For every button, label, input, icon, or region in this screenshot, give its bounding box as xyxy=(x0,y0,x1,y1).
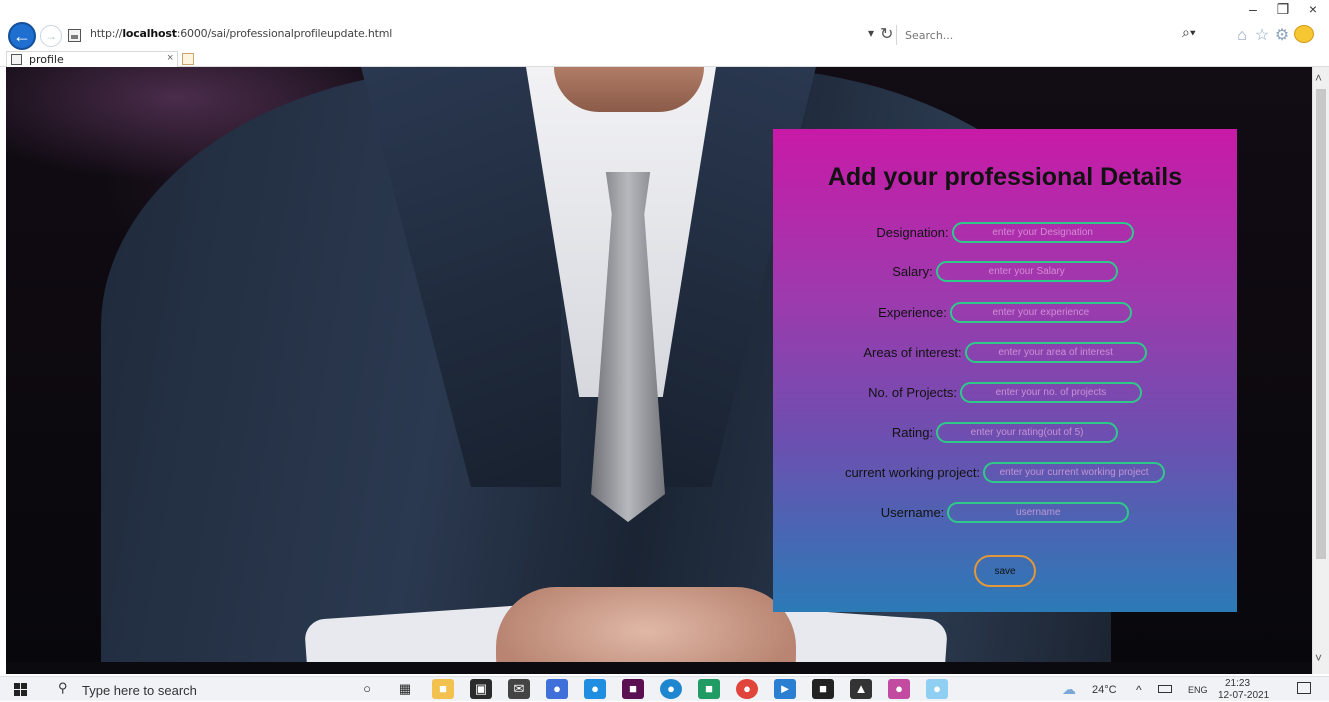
terminal-icon[interactable]: ■ xyxy=(812,679,834,699)
taskbar-search[interactable]: Type here to search xyxy=(82,683,197,698)
current-project-label: current working project: xyxy=(844,464,981,480)
paint-icon[interactable]: ● xyxy=(888,679,910,699)
projects-input[interactable] xyxy=(959,381,1142,403)
task-view-icon[interactable]: ▦ xyxy=(394,679,416,699)
browser-search-input[interactable] xyxy=(897,25,1176,45)
background-photo-neck xyxy=(554,67,704,112)
address-dropdown-icon[interactable]: ▾ xyxy=(868,26,874,40)
professional-details-form: Add your professional Details Designatio… xyxy=(773,129,1237,612)
background-photo-table xyxy=(6,662,1312,674)
forward-icon[interactable]: → xyxy=(40,25,62,47)
browser-chrome: – ❐ × ← → http://localhost:6000/sai/profes… xyxy=(0,0,1329,67)
projects-row: No. of Projects: xyxy=(773,381,1237,403)
areas-of-interest-row: Areas of interest: xyxy=(773,341,1237,363)
vscode-icon[interactable]: ► xyxy=(774,679,796,699)
designation-label: Designation: xyxy=(876,224,949,240)
language-indicator[interactable]: ENG xyxy=(1188,685,1208,695)
search-icon[interactable]: ⚲ xyxy=(58,680,68,696)
store-icon[interactable]: ▣ xyxy=(470,679,492,699)
designation-row: Designation: xyxy=(773,221,1237,243)
salary-label: Salary: xyxy=(892,263,933,279)
home-icon[interactable]: ⌂ xyxy=(1232,27,1252,45)
page-icon xyxy=(11,54,22,65)
smiley-icon[interactable] xyxy=(1294,25,1314,43)
gear-icon[interactable]: ⚙ xyxy=(1272,25,1292,45)
salary-row: Salary: xyxy=(773,260,1237,282)
notification-icon[interactable] xyxy=(1297,682,1311,694)
new-tab-button[interactable] xyxy=(182,53,194,65)
search-icon[interactable]: ⌕▾ xyxy=(1182,24,1196,41)
file-explorer-icon[interactable]: ■ xyxy=(432,679,454,699)
form-title: Add your professional Details xyxy=(827,163,1183,191)
username-label: Username: xyxy=(880,504,945,520)
chat-app-icon[interactable]: ● xyxy=(584,679,606,699)
scroll-up-icon[interactable]: ˄ xyxy=(1315,71,1322,85)
navigation-bar: ← → http://localhost:6000/sai/profession… xyxy=(0,22,1329,50)
pycharm-icon[interactable]: ■ xyxy=(698,679,720,699)
current-project-row: current working project: xyxy=(773,461,1237,483)
tab-title: profile xyxy=(29,53,64,66)
url-scheme: http:// xyxy=(90,27,123,40)
areas-of-interest-label: Areas of interest: xyxy=(863,344,962,360)
close-window-button[interactable]: × xyxy=(1298,1,1328,17)
browser-toolbar-icons: ⌂ ☆ ⚙ xyxy=(1232,22,1314,45)
cortana-icon[interactable]: ○ xyxy=(356,679,378,699)
scroll-thumb[interactable] xyxy=(1316,89,1326,559)
username-input[interactable] xyxy=(947,501,1130,523)
current-project-input[interactable] xyxy=(983,461,1166,483)
url-path: :6000/sai/professionalprofileupdate.html xyxy=(176,27,393,40)
clock-time[interactable]: 21:23 xyxy=(1225,678,1250,689)
page-icon xyxy=(68,29,81,42)
scroll-down-icon[interactable]: ˅ xyxy=(1315,651,1322,665)
experience-input[interactable] xyxy=(949,301,1132,323)
windows-icon[interactable] xyxy=(14,683,27,696)
address-bar[interactable]: http://localhost:6000/sai/professionalpr… xyxy=(90,27,392,40)
vertical-scrollbar[interactable]: ˄ ˅ xyxy=(1312,67,1329,674)
experience-label: Experience: xyxy=(878,304,947,320)
clock-date[interactable]: 12-07-2021 xyxy=(1218,690,1269,701)
photos-icon[interactable]: ▲ xyxy=(850,679,872,699)
weather-icon[interactable]: ☁ xyxy=(1062,681,1076,698)
refresh-icon[interactable]: ↻ xyxy=(880,24,893,44)
minimize-button[interactable]: – xyxy=(1238,1,1268,17)
tab-bar: profile × xyxy=(0,50,1329,67)
experience-row: Experience: xyxy=(773,301,1237,323)
adobe-xd-icon[interactable]: ■ xyxy=(622,679,644,699)
projects-label: No. of Projects: xyxy=(868,384,957,400)
username-row: Username: xyxy=(773,501,1237,523)
app-icon[interactable]: ● xyxy=(546,679,568,699)
maximize-button[interactable]: ❐ xyxy=(1268,1,1298,18)
taskbar-apps: ○ ▦ ■ ▣ ✉ ● ● ■ ● ■ ● ► ■ ▲ ● ● xyxy=(356,679,964,699)
close-icon[interactable]: × xyxy=(167,52,173,64)
rating-label: Rating: xyxy=(891,424,934,440)
window-controls: – ❐ × xyxy=(1238,1,1328,18)
internet-explorer-icon[interactable]: ● xyxy=(926,679,948,699)
rating-row: Rating: xyxy=(773,421,1237,443)
temperature[interactable]: 24°C xyxy=(1092,684,1117,696)
battery-icon[interactable] xyxy=(1158,685,1172,693)
tray-chevron-icon[interactable]: ^ xyxy=(1136,683,1142,697)
areas-of-interest-input[interactable] xyxy=(964,341,1147,363)
designation-input[interactable] xyxy=(951,221,1134,243)
mail-icon[interactable]: ✉ xyxy=(508,679,530,699)
star-icon[interactable]: ☆ xyxy=(1252,25,1272,45)
rating-input[interactable] xyxy=(936,421,1119,443)
background-photo-hands xyxy=(496,587,796,674)
url-host: localhost xyxy=(122,27,177,40)
chrome-icon[interactable]: ● xyxy=(736,679,758,699)
back-icon[interactable]: ← xyxy=(8,22,36,50)
tab-profile[interactable]: profile × xyxy=(6,51,178,67)
browser-search-box xyxy=(896,25,1176,45)
taskbar: ⚲ Type here to search ○ ▦ ■ ▣ ✉ ● ● ■ ● … xyxy=(0,676,1329,701)
salary-input[interactable] xyxy=(935,260,1118,282)
edge-icon[interactable]: ● xyxy=(660,679,682,699)
save-button[interactable]: save xyxy=(974,555,1036,587)
